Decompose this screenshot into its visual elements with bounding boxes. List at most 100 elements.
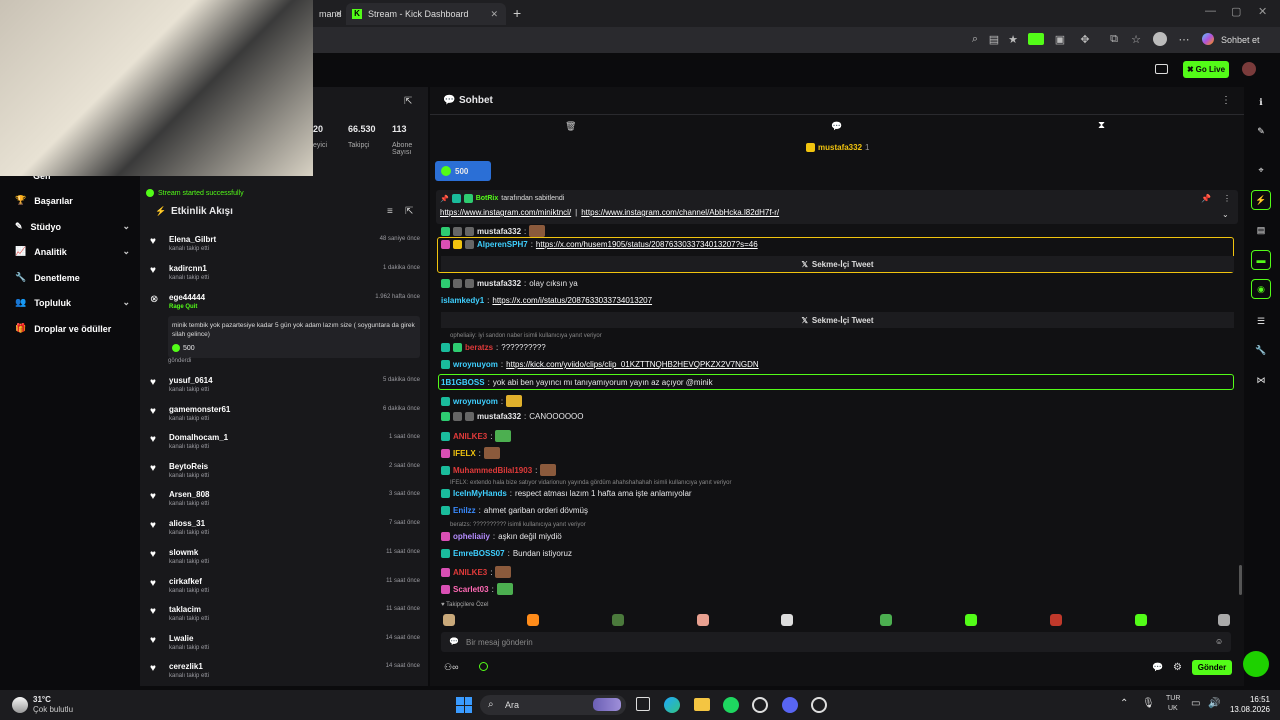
edge-icon[interactable] [664,697,680,713]
more-vertical-icon[interactable]: ⋮ [1221,95,1231,106]
activity-username[interactable]: gamemonster61 [169,405,230,414]
edit-icon[interactable]: ✎ [1251,121,1271,141]
weather-desc[interactable]: Çok bulutlu [33,705,73,714]
info-icon[interactable]: ℹ [1251,92,1271,112]
obs-icon[interactable] [752,697,768,713]
share-icon[interactable]: ⋈ [1251,370,1271,390]
chat-icon[interactable]: 💬 [831,121,842,132]
activity-event[interactable]: ♥ cerezlik1 kanalı takip etti 14 saat önce [150,662,420,684]
activity-event[interactable]: ♥ slowmk kanalı takip etti 11 saat önce [150,548,420,570]
activity-username[interactable]: cirkafkef [169,577,202,586]
activity-username[interactable]: alioss_31 [169,519,205,528]
chat-username[interactable]: IFELX [453,449,476,458]
chat-icon[interactable]: ▬ [1251,250,1271,270]
broadcast-icon[interactable]: ◉ [1251,279,1271,299]
kick-extension-icon[interactable] [1028,33,1044,45]
chat-username[interactable]: Scarlet03 [453,585,489,594]
activity-event[interactable]: ♥ kadircnn1 kanalı takip etti 1 dakika önce [150,264,420,286]
activity-event[interactable]: ♥ Arsen_808 kanalı takip etti 3 saat önce [150,490,420,512]
emote-icon[interactable] [781,614,793,626]
maximize-icon[interactable]: ▢ [1231,5,1241,18]
sidebar-item-analytics[interactable]: 📈 Analitik ⌄ [15,246,130,257]
window-close-icon[interactable]: ✕ [1258,5,1267,18]
display-icon[interactable]: ▭ [1191,698,1200,709]
new-tab-button[interactable]: + [513,5,521,21]
chat-username[interactable]: beratzs [465,343,493,352]
activity-event[interactable]: ♥ taklacim kanalı takip etti 11 saat önce [150,605,420,627]
activity-event[interactable]: ♥ cirkafkef kanalı takip etti 11 saat önce [150,577,420,599]
activity-event[interactable]: ♥ alioss_31 kanalı takip etti 7 saat önce [150,519,420,541]
task-view-icon[interactable] [636,697,650,711]
popout-icon[interactable]: ⇱ [405,206,413,217]
activity-username[interactable]: Arsen_808 [169,490,209,499]
windows-start-icon[interactable] [456,697,472,713]
reader-icon[interactable]: ▤ [987,32,1001,46]
copilot-label[interactable]: Sohbet et [1221,35,1260,45]
sidebar-icon[interactable]: ⧉ [1107,32,1121,46]
chat-text[interactable]: https://x.com/husem1905/status/208763303… [536,240,758,249]
emote-icon[interactable] [965,614,977,626]
send-button[interactable]: Gönder [1192,660,1232,675]
chevron-down-icon[interactable]: ⌄ [1222,210,1229,219]
chat-username[interactable]: AlperenSPH7 [477,240,528,249]
activity-username[interactable]: BeytoReis [169,462,208,471]
sidebar-item-community[interactable]: 👥 Topluluk ⌄ [15,297,130,308]
status-indicator[interactable] [1243,651,1269,677]
sidebar-item-moderation[interactable]: 🔧 Denetleme [15,272,130,283]
emote-icon[interactable] [1135,614,1147,626]
trash-icon[interactable]: 🗑 [565,121,576,132]
clock-date[interactable]: 13.08.2026 [1228,705,1270,714]
activity-username[interactable]: cerezlik1 [169,662,203,671]
kicks-icon[interactable] [479,662,488,671]
activity-event[interactable]: ♥ yusuf_0614 kanalı takip etti 5 dakika önc… [150,376,420,398]
chat-scrollbar[interactable] [1239,565,1242,595]
activity-username[interactable]: slowmk [169,548,198,557]
copilot-icon[interactable] [1202,33,1214,45]
chat-username[interactable]: wroynuyom [453,360,498,369]
emote-icon[interactable] [1050,614,1062,626]
unpin-icon[interactable]: 📌 [1201,194,1211,203]
more-vertical-icon[interactable]: ⋮ [1223,194,1231,203]
stream-preview-icon[interactable] [1155,64,1168,74]
activity-username[interactable]: taklacim [169,605,201,614]
popout-icon[interactable]: ⇱ [404,96,412,107]
puzzle-icon[interactable]: ✥ [1078,32,1092,46]
chat-text[interactable]: https://x.com/i/status/20876330337340132… [492,296,652,305]
document-icon[interactable]: ▤ [1251,220,1271,240]
go-live-button[interactable]: ✖ Go Live [1183,61,1229,78]
chat-username[interactable]: IceInMyHands [453,489,507,498]
chat-input[interactable] [441,632,1231,652]
users-icon[interactable]: ⚇∞ [444,662,458,673]
sidebar-item-studio[interactable]: ✎ Stüdyo ⌄ [15,221,130,232]
activity-username[interactable]: Lwalie [169,634,193,643]
chat-username[interactable]: 1B1GBOSS [441,378,485,387]
activity-event[interactable]: ♥ Lwalie kanalı takip etti 14 saat önce [150,634,420,656]
weather-temp[interactable]: 31°C [33,695,51,704]
profile-avatar[interactable] [1153,32,1167,46]
emote-icon[interactable] [527,614,539,626]
activity-username[interactable]: ege44444 [169,293,205,302]
wrench-icon[interactable]: 🔧 [1251,340,1271,360]
lang-bottom[interactable]: UK [1168,705,1178,712]
volume-icon[interactable]: 🔊 [1208,698,1220,709]
emote-icon[interactable] [443,614,455,626]
discord-icon[interactable] [782,697,798,713]
bolt-icon[interactable]: ⚡ [1251,190,1271,210]
weather-icon[interactable] [12,697,28,713]
chat-username[interactable]: Enilzz [453,506,476,515]
emote-icon[interactable] [697,614,709,626]
activity-event[interactable]: ♥ Domalhocam_1 kanalı takip etti 1 saat önc… [150,433,420,455]
list-icon[interactable]: ☰ [1251,311,1271,331]
pinned-link[interactable]: https://www.instagram.com/miniktncl/ [440,208,571,217]
target-icon[interactable]: ⌖ [1251,160,1271,180]
close-icon[interactable]: ✕ [490,9,498,20]
close-icon[interactable]: ✕ [335,9,343,20]
emote-icon[interactable] [612,614,624,626]
chat-username[interactable]: ANILKE3 [453,568,487,577]
hourglass-icon[interactable]: ⧗ [1098,120,1105,131]
pinned-link[interactable]: https://www.instagram.com/channel/AbbHck… [581,208,779,217]
tab-kick-dashboard[interactable]: K Stream - Kick Dashboard ✕ [346,3,506,25]
chat-username[interactable]: mustafa332 [477,279,521,288]
emoji-icon[interactable]: ☺ [1215,637,1223,646]
chat-settings-bubble-icon[interactable]: 💬 [1152,662,1163,673]
